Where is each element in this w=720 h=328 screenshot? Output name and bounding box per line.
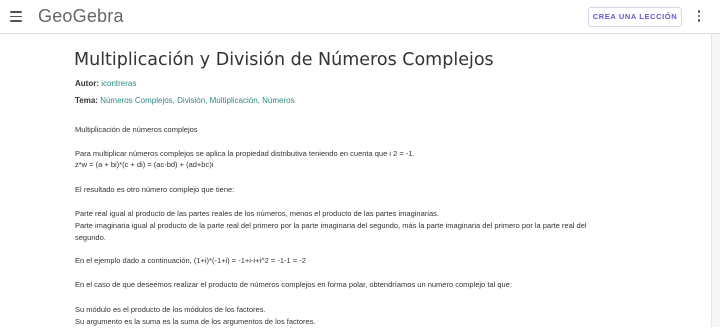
topic-row: Tema: Números Complejos, División, Multi… bbox=[75, 96, 295, 105]
topic-link[interactable]: División bbox=[177, 96, 205, 105]
paragraph: segundo. bbox=[75, 233, 106, 242]
paragraph: Multiplicación de números complejos bbox=[75, 125, 198, 134]
author-row: Autor: icontreras bbox=[75, 79, 136, 88]
paragraph: Su módulo es el producto de los módulos … bbox=[75, 305, 266, 314]
topic-link[interactable]: Números bbox=[262, 96, 294, 105]
more-options-icon[interactable] bbox=[697, 10, 701, 24]
topic-link[interactable]: Números Complejos bbox=[100, 96, 172, 105]
topic-link[interactable]: Multiplicación bbox=[210, 96, 258, 105]
create-lesson-button[interactable]: CREA UNA LECCIÓN bbox=[588, 7, 682, 27]
formula-line: z*w = (a + bi)*(c + di) = (ac-bd) + (ad+… bbox=[75, 160, 214, 169]
scrollbar[interactable] bbox=[711, 34, 720, 327]
paragraph: Parte imaginaria igual al producto de la… bbox=[75, 221, 587, 230]
hamburger-menu-icon[interactable] bbox=[10, 11, 22, 22]
page-title: Multiplicación y División de Números Com… bbox=[74, 50, 494, 70]
example-line: En el ejemplo dado a continuación, (1+i)… bbox=[75, 256, 306, 265]
author-label: Autor: bbox=[75, 79, 99, 88]
paragraph: En el caso de que deseemos realizar el p… bbox=[75, 280, 512, 289]
topic-label: Tema: bbox=[75, 96, 98, 105]
paragraph: Parte real igual al producto de las part… bbox=[75, 209, 439, 218]
geogebra-logo[interactable]: GeoGebra bbox=[38, 6, 124, 27]
paragraph: Su argumento es la suma es la suma de lo… bbox=[75, 317, 316, 326]
top-bar: GeoGebra CREA UNA LECCIÓN bbox=[0, 0, 720, 34]
author-link[interactable]: icontreras bbox=[101, 79, 136, 88]
paragraph: El resultado es otro número complejo que… bbox=[75, 185, 235, 194]
paragraph: Para multiplicar números complejos se ap… bbox=[75, 149, 415, 158]
